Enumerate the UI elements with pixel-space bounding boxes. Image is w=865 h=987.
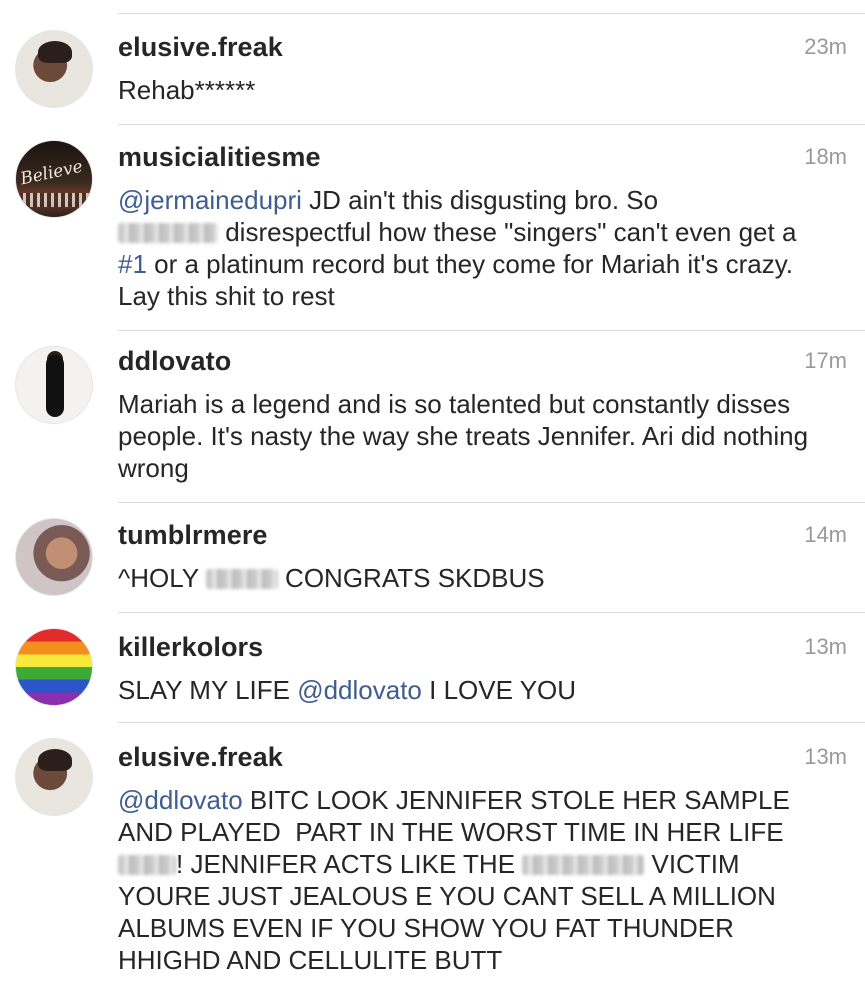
censored-word [118, 223, 218, 243]
comment-text-part: JD ain't this disgusting bro. So [301, 185, 659, 215]
user-avatar[interactable] [15, 628, 93, 706]
comment-text-part: CONGRATS SKDBUS [277, 563, 545, 593]
comment-divider [118, 124, 865, 125]
user-avatar[interactable] [15, 738, 93, 816]
comment-text: @jermainedupri JD ain't this disgusting … [118, 184, 827, 312]
hashtag-link[interactable]: #1 [118, 249, 147, 279]
comment-text-part: disrespectful how these "singers" can't … [218, 217, 804, 247]
top-divider [118, 13, 865, 14]
comment-timestamp: 18m [804, 144, 847, 169]
comment-username[interactable]: tumblrmere [118, 520, 268, 551]
avatar-figure-body [46, 355, 64, 417]
comment-text: Rehab****** [118, 75, 256, 105]
comment-username[interactable]: ddlovato [118, 346, 231, 377]
mention-link[interactable]: @ddlovato [297, 675, 422, 705]
user-avatar[interactable] [15, 518, 93, 596]
comment-username[interactable]: elusive.freak [118, 32, 283, 63]
comment-text: Mariah is a legend and is so talented bu… [118, 389, 816, 483]
user-avatar[interactable] [15, 346, 93, 424]
censored-word [118, 855, 176, 875]
comment-text-part: I LOVE YOU [421, 675, 577, 705]
comment-text-part: or a platinum record but they come for M… [118, 249, 801, 311]
censored-word [205, 569, 278, 589]
comment-text-part: ! JENNIFER ACTS LIKE THE [176, 849, 523, 879]
comment-text: @ddlovato BITC LOOK JENNIFER STOLE HER S… [118, 784, 835, 976]
comment-timestamp: 13m [804, 634, 847, 659]
comment-username[interactable]: elusive.freak [118, 742, 283, 773]
user-avatar[interactable] [15, 30, 93, 108]
censored-word [522, 855, 645, 875]
comment-timestamp: 13m [804, 744, 847, 769]
comment-divider [118, 502, 865, 503]
comment-timestamp: 17m [804, 348, 847, 373]
comment-timestamp: 23m [804, 34, 847, 59]
comment-username[interactable]: musicialitiesme [118, 142, 321, 173]
comment-divider [118, 330, 865, 331]
comment-text-part: ^HOLY [118, 563, 206, 593]
comment-divider [118, 722, 865, 723]
user-avatar[interactable]: Believe [15, 140, 93, 218]
mention-link[interactable]: @jermainedupri [118, 185, 302, 215]
comment-text: ^HOLY CONGRATS SKDBUS [118, 562, 827, 594]
avatar-script-text: Believe [18, 156, 85, 190]
comment-divider [118, 612, 865, 613]
avatar-lights [16, 193, 92, 207]
comment-text-part: SLAY MY LIFE [118, 675, 298, 705]
mention-link[interactable]: @ddlovato [118, 785, 243, 815]
comment-text: SLAY MY LIFE @ddlovato I LOVE YOU [118, 674, 827, 706]
comment-timestamp: 14m [804, 522, 847, 547]
comment-username[interactable]: killerkolors [118, 632, 263, 663]
